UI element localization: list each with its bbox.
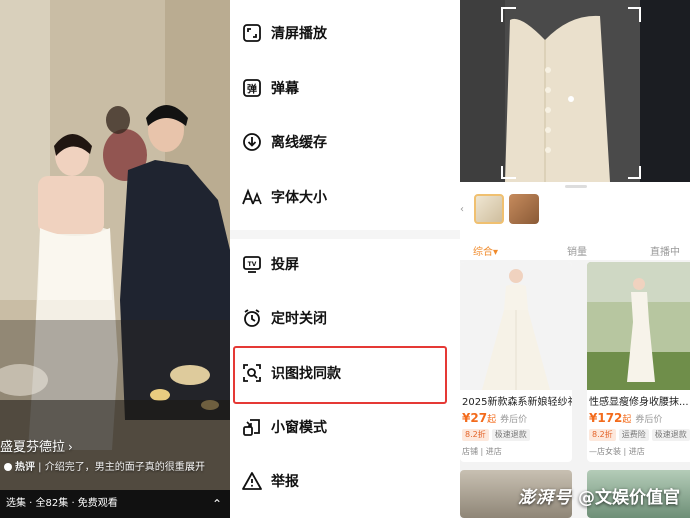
service-tag: 运费险 — [618, 429, 649, 441]
shop-link[interactable]: 店铺 | 进店 — [462, 446, 502, 457]
product-image — [587, 262, 690, 390]
product-price: ¥27 — [462, 411, 488, 425]
mini-window-icon — [242, 417, 262, 437]
menu-item-label: 小窗模式 — [271, 420, 327, 436]
service-tag: 极速退款 — [491, 429, 530, 441]
tab-live[interactable]: 直播中 — [650, 243, 680, 258]
menu-item-label: 识图找同款 — [271, 366, 341, 382]
watermark-author: @文娱价值官 — [578, 488, 680, 508]
product-card[interactable]: 2025新款森系新娘轻纱礼... ¥27起券后价 8.2折极速退款 店铺 | 进… — [460, 262, 572, 462]
menu-item-offline-cache[interactable]: 离线缓存 — [230, 117, 460, 167]
warning-triangle-icon — [242, 471, 262, 491]
product-title: 2025新款森系新娘轻纱礼... — [462, 397, 572, 408]
price-line: ¥172起 券后价 — [589, 411, 662, 425]
svg-text:TV: TV — [248, 261, 257, 268]
service-tag: 极速退款 — [651, 429, 690, 441]
menu-divider — [230, 230, 460, 239]
image-search-results: ‹ 综合▾ 销量 直播中 2025新款森系新娘轻纱礼... ¥27起券后价 8.… — [460, 0, 690, 518]
menu-item-danmaku[interactable]: 弹 弹幕 — [230, 63, 460, 113]
menu-item-image-search[interactable]: 识图找同款 — [230, 348, 460, 398]
video-player[interactable]: 盛夏芬德拉 › 热评 | 介绍完了，男主的面子真的很重... 展开 选集 · 全8… — [0, 0, 230, 518]
coupon-label: 券后价 — [635, 415, 663, 425]
tab-comprehensive[interactable]: 综合▾ — [473, 243, 498, 258]
price-suffix: 起 — [487, 415, 497, 425]
drag-handle[interactable] — [565, 185, 587, 188]
hot-comment[interactable]: 热评 | 介绍完了，男主的面子真的很重... 展开 — [0, 458, 230, 473]
fire-icon — [4, 463, 12, 471]
more-options-menu: 清屏播放 弹 弹幕 离线缓存 字体大小 TV 投屏 定时关闭 识图找同款 小窗模… — [230, 0, 460, 518]
menu-item-font-size[interactable]: 字体大小 — [230, 172, 460, 222]
alarm-clock-icon — [242, 308, 262, 328]
menu-item-label: 清屏播放 — [271, 26, 327, 42]
chevron-left-icon[interactable]: ‹ — [460, 204, 464, 215]
product-image — [460, 262, 572, 390]
menu-item-mini-window[interactable]: 小窗模式 — [230, 402, 460, 452]
drama-title-text: 盛夏芬德拉 — [0, 440, 66, 455]
menu-item-cast[interactable]: TV 投屏 — [230, 239, 460, 289]
discount-tag: 8.2折 — [589, 429, 616, 441]
expand-button[interactable]: 展开 — [185, 458, 205, 473]
crop-thumbnail[interactable] — [509, 194, 539, 224]
coupon-label: 券后价 — [500, 415, 528, 425]
hot-comment-label: 热评 — [15, 462, 35, 473]
image-search-icon — [242, 363, 262, 383]
hot-comment-text: 介绍完了，男主的面子真的很重... — [44, 462, 195, 473]
search-source-image[interactable] — [460, 0, 690, 182]
danmaku-icon: 弹 — [242, 78, 262, 98]
download-icon — [242, 132, 262, 152]
svg-text:弹: 弹 — [247, 83, 257, 96]
menu-item-clear-screen[interactable]: 清屏播放 — [230, 8, 460, 58]
font-size-icon — [242, 187, 262, 207]
product-price: ¥172 — [589, 411, 623, 425]
sort-tabs: 综合▾ 销量 直播中 — [460, 240, 690, 260]
menu-item-label: 离线缓存 — [271, 135, 327, 151]
price-line: ¥27起 券后价 — [462, 411, 527, 425]
fullscreen-corners-icon — [242, 23, 262, 43]
product-tags: 8.2折 运费险 极速退款 — [589, 429, 690, 441]
menu-item-label: 字体大小 — [271, 190, 327, 206]
menu-item-label: 举报 — [271, 474, 299, 490]
drama-title[interactable]: 盛夏芬德拉 › — [0, 436, 73, 455]
chevron-up-icon[interactable]: ⌃ — [212, 490, 222, 518]
menu-item-label: 弹幕 — [271, 81, 299, 97]
episode-bar-text: 选集 · 全82集 · 免费观看 — [6, 498, 118, 509]
menu-item-report[interactable]: 举报 — [230, 456, 460, 506]
product-title: 性感显瘦修身收腰抹... — [589, 397, 689, 408]
menu-item-label: 投屏 — [271, 257, 299, 273]
watermark: 澎湃号 @文娱价值官 — [518, 483, 680, 508]
chevron-right-icon: › — [68, 440, 73, 454]
tab-sales[interactable]: 销量 — [567, 243, 587, 258]
crop-thumbnails: ‹ — [460, 182, 690, 240]
watermark-brand: 澎湃号 — [518, 488, 572, 508]
menu-item-label: 定时关闭 — [271, 311, 327, 327]
menu-item-timer[interactable]: 定时关闭 — [230, 293, 460, 343]
price-suffix: 起 — [622, 415, 632, 425]
product-card[interactable]: 性感显瘦修身收腰抹... ¥172起 券后价 8.2折 运费险 极速退款 —店女装 |… — [587, 262, 690, 462]
crop-thumbnail-selected[interactable] — [474, 194, 504, 224]
shop-link[interactable]: —店女装 | 进店 — [589, 446, 645, 457]
product-tags: 8.2折 极速退款 — [462, 429, 533, 441]
tv-cast-icon: TV — [242, 254, 262, 274]
episode-bar[interactable]: 选集 · 全82集 · 免费观看 ⌃ — [0, 490, 230, 518]
discount-tag: 8.2折 — [462, 429, 489, 441]
